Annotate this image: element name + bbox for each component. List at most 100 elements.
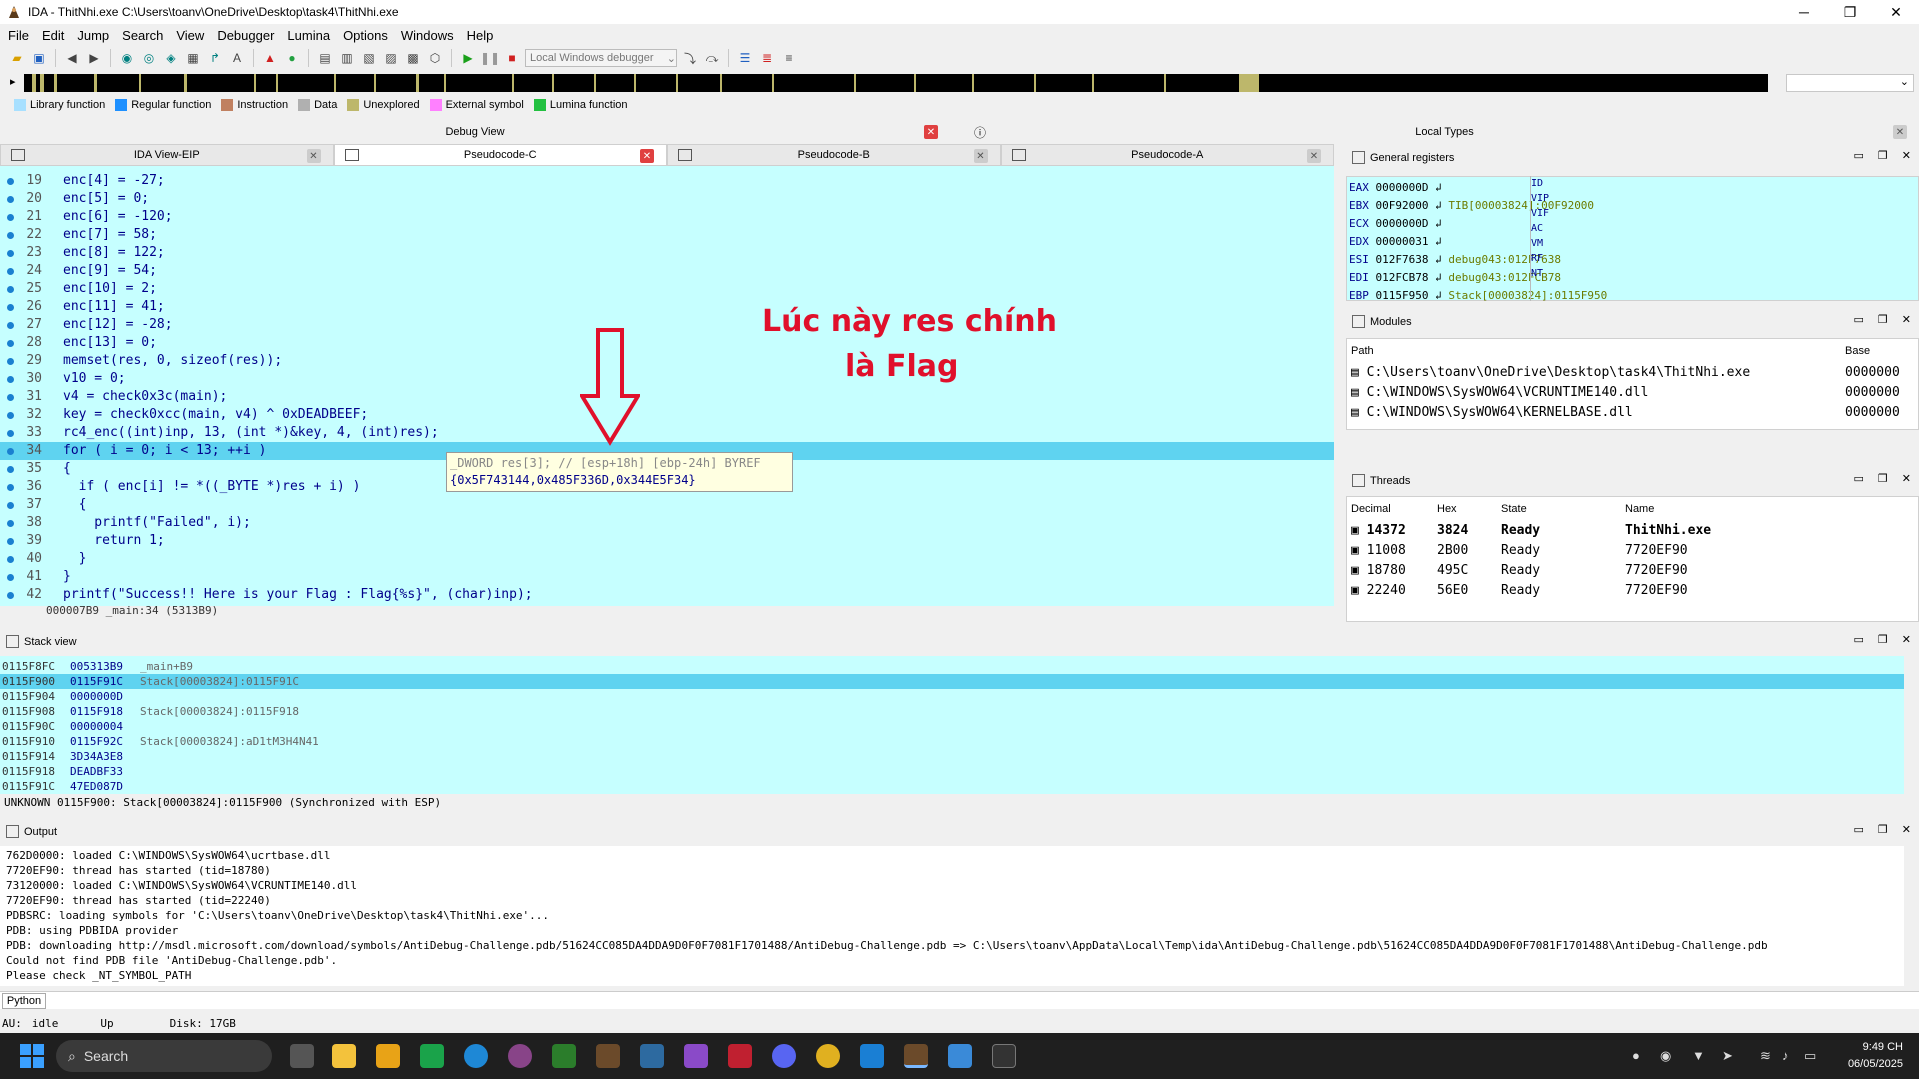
python-cli-label[interactable]: Python bbox=[2, 993, 46, 1009]
menu-file[interactable]: File bbox=[4, 28, 38, 43]
struct-icon[interactable]: ▤ bbox=[316, 49, 334, 67]
restore-icon[interactable]: ❐ bbox=[1878, 472, 1888, 485]
segment-icon[interactable]: ▧ bbox=[360, 49, 378, 67]
menu-search[interactable]: Search bbox=[118, 28, 172, 43]
code-line[interactable]: 42 printf("Success!! Here is your Flag : … bbox=[0, 586, 1334, 604]
code-line[interactable]: 28 enc[13] = 0; bbox=[0, 334, 1334, 352]
close-icon[interactable]: ✕ bbox=[924, 125, 938, 139]
devcpp-icon[interactable] bbox=[728, 1044, 752, 1068]
ida-icon[interactable] bbox=[640, 1044, 664, 1068]
tray-icon[interactable]: ◉ bbox=[1660, 1048, 1671, 1064]
breakpoint-dot-icon[interactable] bbox=[7, 556, 14, 563]
breakpoint-dot-icon[interactable] bbox=[7, 592, 14, 599]
breakpoint-dot-icon[interactable] bbox=[7, 268, 14, 275]
minimize-icon[interactable]: ▭ bbox=[1854, 633, 1864, 646]
stack-row[interactable]: 0115F910 0115F92C Stack[00003824]:aD1tM3H4… bbox=[0, 734, 1904, 749]
tab-pseudocode-a[interactable]: Pseudocode-A ✕ bbox=[1000, 144, 1334, 166]
thread-row[interactable]: ▣ 22240 bbox=[1351, 581, 1406, 601]
thread-row[interactable]: ▣ 11008 bbox=[1351, 541, 1406, 561]
register-row[interactable]: EBX 00F92000 ↲ TIB[00003824]:00F92000 bbox=[1349, 197, 1594, 215]
save-icon[interactable]: ▣ bbox=[30, 49, 48, 67]
close-window-button[interactable]: ✕ bbox=[1873, 0, 1919, 24]
app-icon[interactable] bbox=[552, 1044, 576, 1068]
imports-icon[interactable]: ⬡ bbox=[426, 49, 444, 67]
clock[interactable]: 9:49 CH 06/05/2025 bbox=[1848, 1039, 1903, 1073]
menu-edit[interactable]: Edit bbox=[38, 28, 73, 43]
breakpoint-dot-icon[interactable] bbox=[7, 286, 14, 293]
register-row[interactable]: EBP 0115F950 ↲ Stack[00003824]:0115F950 bbox=[1349, 287, 1607, 305]
jump-arrow-icon[interactable]: ↲ bbox=[1435, 271, 1442, 284]
names-icon[interactable]: ▩ bbox=[404, 49, 422, 67]
menu-jump[interactable]: Jump bbox=[73, 28, 118, 43]
restore-icon[interactable]: ❐ bbox=[1878, 149, 1888, 162]
volume-icon[interactable]: ♪ bbox=[1782, 1048, 1789, 1063]
thread-row[interactable]: ▣ 14372 bbox=[1351, 521, 1406, 541]
ida-active-icon[interactable] bbox=[904, 1044, 928, 1068]
breakpoint-dot-icon[interactable] bbox=[7, 538, 14, 545]
tab-pseudocode-b[interactable]: Pseudocode-B ✕ bbox=[667, 144, 1001, 166]
stack-row[interactable]: 0115F908 0115F918 Stack[00003824]:0115F918 bbox=[0, 704, 1904, 719]
output-window[interactable]: 762D0000: loaded C:\WINDOWS\SysWOW64\ucr… bbox=[0, 846, 1904, 986]
register-row[interactable]: EAX 0000000D ↲ bbox=[1349, 179, 1442, 197]
navigation-strip[interactable] bbox=[24, 74, 1768, 92]
text-icon[interactable]: A bbox=[228, 49, 246, 67]
code-line[interactable]: 30 v10 = 0; bbox=[0, 370, 1334, 388]
register-row[interactable]: EDX 00000031 ↲ bbox=[1349, 233, 1442, 251]
breakpoint-dot-icon[interactable] bbox=[7, 250, 14, 257]
stack-row[interactable]: 0115F904 0000000D bbox=[0, 689, 1904, 704]
restore-icon[interactable]: ❐ bbox=[1878, 633, 1888, 646]
close-icon[interactable]: ✕ bbox=[1902, 633, 1911, 646]
minimize-icon[interactable]: ▭ bbox=[1854, 823, 1864, 836]
terminal-icon[interactable] bbox=[992, 1044, 1016, 1068]
code-line[interactable]: 20 enc[5] = 0; bbox=[0, 190, 1334, 208]
lumina-icon[interactable]: ● bbox=[283, 49, 301, 67]
jump-arrow-icon[interactable]: ↲ bbox=[1435, 235, 1442, 248]
ida-icon[interactable] bbox=[596, 1044, 620, 1068]
stack-row[interactable]: 0115F900 0115F91C Stack[00003824]:0115F91C bbox=[0, 674, 1904, 689]
tray-icon[interactable]: ● bbox=[1632, 1048, 1640, 1063]
telegram-icon[interactable]: ➤ bbox=[1722, 1048, 1733, 1064]
breakpoint-icon[interactable]: ▲ bbox=[261, 49, 279, 67]
code-line[interactable]: 41} bbox=[0, 568, 1334, 586]
code-line[interactable]: 26 enc[11] = 41; bbox=[0, 298, 1334, 316]
task-view-icon[interactable] bbox=[290, 1044, 314, 1068]
strings-icon[interactable]: ▨ bbox=[382, 49, 400, 67]
tracing-icon[interactable]: ≣ bbox=[758, 49, 776, 67]
pseudocode-view[interactable]: 19 enc[4] = -27; 20 enc[5] = 0; 21 enc[6] = -… bbox=[0, 166, 1334, 606]
menu-options[interactable]: Options bbox=[339, 28, 397, 43]
close-icon[interactable]: ✕ bbox=[1893, 125, 1907, 139]
stack-view[interactable]: 0115F8FC 005313B9 _main+B9 0115F900 0115F91C… bbox=[0, 656, 1904, 794]
xrefs-icon[interactable]: ◈ bbox=[162, 49, 180, 67]
menu-help[interactable]: Help bbox=[463, 28, 503, 43]
module-row[interactable]: ▤ C:\Users\toanv\OneDrive\Desktop\task4\… bbox=[1351, 363, 1750, 383]
breakpoint-dot-icon[interactable] bbox=[7, 448, 14, 455]
breakpoint-dot-icon[interactable] bbox=[7, 466, 14, 473]
jump-arrow-icon[interactable]: ↲ bbox=[1435, 253, 1442, 266]
close-icon[interactable]: ✕ bbox=[640, 149, 654, 163]
breakpoint-dot-icon[interactable] bbox=[7, 322, 14, 329]
wifi-icon[interactable]: ≋ bbox=[1760, 1048, 1771, 1064]
breakpoint-dot-icon[interactable] bbox=[7, 394, 14, 401]
minimize-button[interactable]: ─ bbox=[1781, 0, 1827, 24]
column-header-hex[interactable]: Hex bbox=[1437, 503, 1457, 515]
step-over-icon[interactable]: ⤼ bbox=[703, 49, 721, 67]
column-header-decimal[interactable]: Decimal bbox=[1351, 503, 1391, 515]
code-line[interactable]: 22 enc[7] = 58; bbox=[0, 226, 1334, 244]
close-icon[interactable]: ✕ bbox=[1902, 313, 1911, 326]
code-line[interactable]: 23 enc[8] = 122; bbox=[0, 244, 1334, 262]
breakpoint-dot-icon[interactable] bbox=[7, 484, 14, 491]
code-line[interactable]: 32 key = check0xcc(main, v4) ^ 0xDEADBEEF… bbox=[0, 406, 1334, 424]
menu-debugger[interactable]: Debugger bbox=[213, 28, 283, 43]
visual-studio-icon[interactable] bbox=[684, 1044, 708, 1068]
flags-panel[interactable]: ID VIP VIF AC VM RF NT bbox=[1530, 176, 1556, 301]
code-line[interactable]: 38 printf("Failed", i); bbox=[0, 514, 1334, 532]
maximize-button[interactable]: ❐ bbox=[1827, 0, 1873, 24]
stack-row[interactable]: 0115F91C 47ED087D bbox=[0, 779, 1904, 794]
tab-ida-view-eip[interactable]: IDA View-EIP ✕ bbox=[0, 144, 334, 166]
hex-icon[interactable]: ▦ bbox=[184, 49, 202, 67]
debugger-select[interactable]: Local Windows debugger ⌄ bbox=[525, 49, 677, 67]
tray-icon[interactable]: ▼ bbox=[1692, 1048, 1705, 1063]
stack-row[interactable]: 0115F8FC 005313B9 _main+B9 bbox=[0, 659, 1904, 674]
open-icon[interactable]: ▰ bbox=[8, 49, 26, 67]
code-line[interactable]: 24 enc[9] = 54; bbox=[0, 262, 1334, 280]
